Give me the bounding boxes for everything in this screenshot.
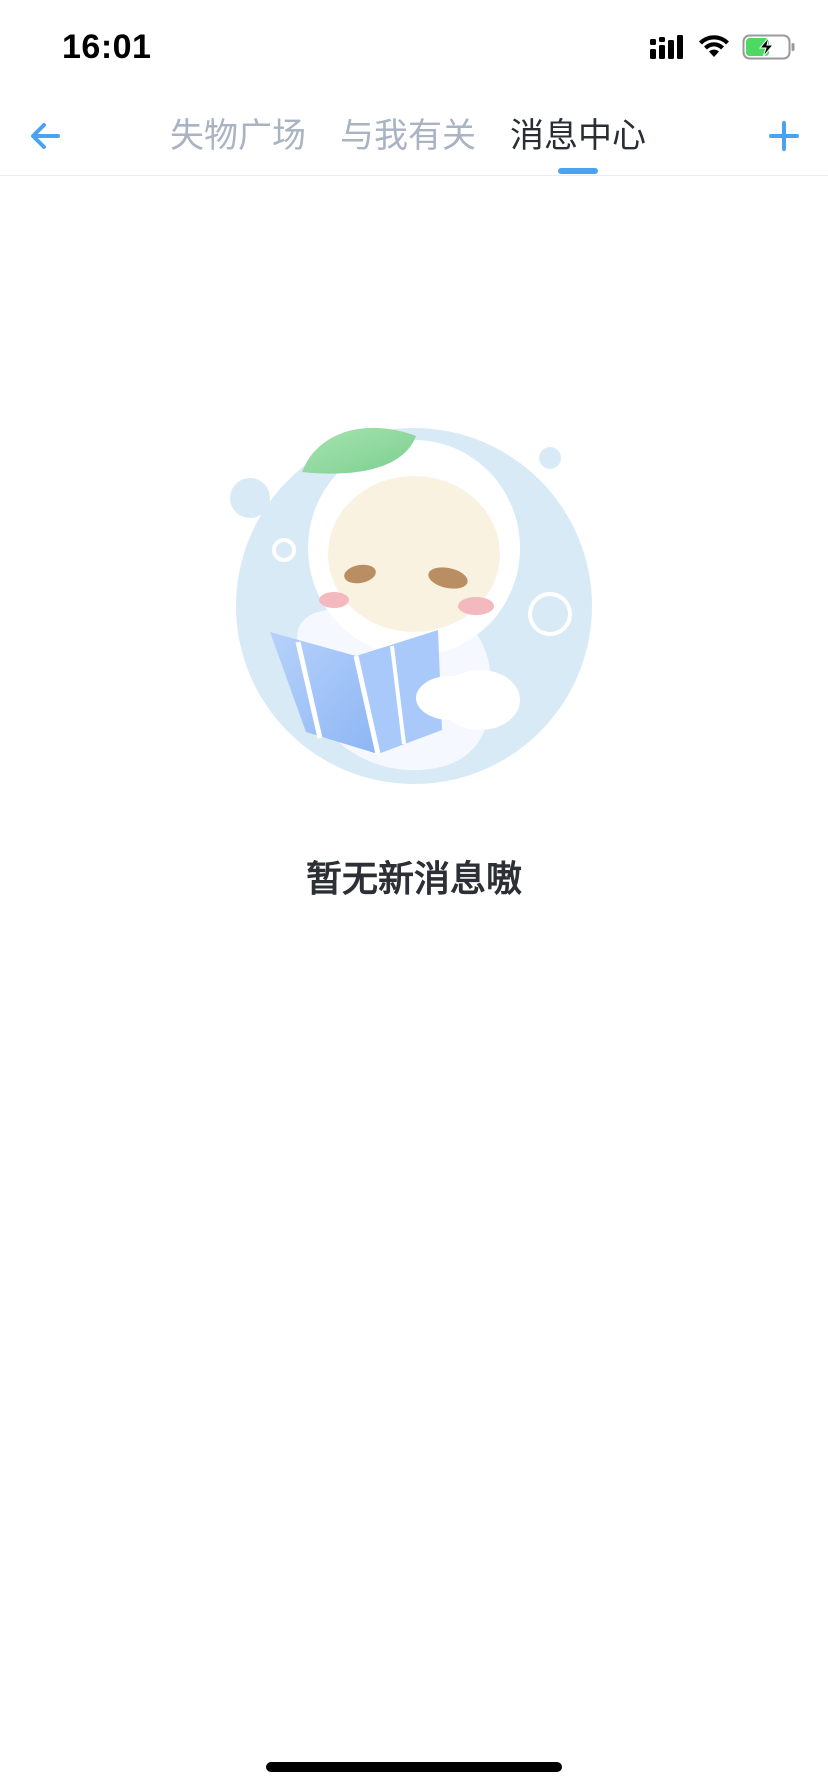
empty-state-message: 暂无新消息嗷	[305, 859, 522, 900]
nav-bar: 失物广场 与我有关 消息中心	[0, 100, 828, 176]
plus-icon	[769, 121, 799, 151]
tab-related-to-me[interactable]: 与我有关	[340, 106, 476, 166]
tab-label: 消息中心	[510, 116, 646, 156]
active-tab-indicator	[558, 168, 598, 174]
status-icons	[650, 34, 796, 60]
back-button[interactable]	[24, 114, 68, 158]
arrow-left-icon	[31, 123, 60, 149]
tab-bar: 失物广场 与我有关 消息中心	[170, 106, 646, 174]
status-time: 16:01	[62, 28, 152, 66]
app-screen: 16:01 失物广场 与我有关 消息中心 暂无新消息嗷	[0, 0, 828, 1792]
add-button[interactable]	[762, 114, 806, 158]
tab-label: 失物广场	[170, 116, 306, 156]
reading-mascot-illustration	[230, 427, 592, 784]
tab-lost-items-square[interactable]: 失物广场	[170, 106, 306, 166]
tab-message-center[interactable]: 消息中心	[510, 106, 646, 174]
home-indicator	[266, 1762, 562, 1772]
signal-icon	[650, 35, 683, 59]
status-bar: 16:01	[0, 0, 828, 100]
wifi-icon	[699, 35, 729, 57]
battery-charging-icon	[742, 34, 795, 60]
tab-label: 与我有关	[340, 116, 476, 156]
